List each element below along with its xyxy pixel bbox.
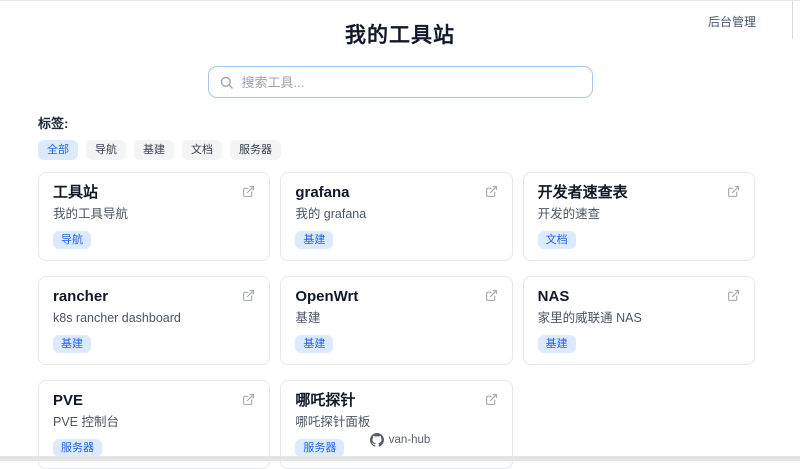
card-description: 我的 grafana xyxy=(295,207,367,221)
external-link-icon[interactable] xyxy=(485,289,498,302)
external-link-icon[interactable] xyxy=(485,185,498,198)
card-title: 工具站 xyxy=(53,184,99,201)
card-header: PVE xyxy=(53,392,255,409)
card-grid: 工具站 我的工具导航 导航 grafana 我的 grafana 基建 开发者速… xyxy=(38,172,755,469)
card-description: k8s rancher dashboard xyxy=(53,311,181,325)
tags-label: 标签: xyxy=(38,116,69,131)
tool-card[interactable]: NAS 家里的威联通 NAS 基建 xyxy=(522,276,755,365)
card-tag-badge: 基建 xyxy=(295,335,334,353)
tag-filter-pill[interactable]: 导航 xyxy=(86,140,126,160)
card-description: 哪吒探针面板 xyxy=(295,415,371,429)
tag-filter-row: 全部 导航 基建 文档 服务器 xyxy=(38,140,755,160)
search-section xyxy=(0,66,800,98)
external-link-icon[interactable] xyxy=(242,185,255,198)
card-title: 哪吒探针 xyxy=(295,392,356,409)
footer-label: van-hub xyxy=(388,434,431,446)
external-link-icon[interactable] xyxy=(242,393,255,406)
card-header: OpenWrt xyxy=(295,288,497,305)
card-title: OpenWrt xyxy=(295,288,359,305)
card-description: PVE 控制台 xyxy=(53,415,119,429)
card-title: rancher xyxy=(53,288,109,305)
external-link-icon[interactable] xyxy=(727,289,740,302)
header: 我的工具站 后台管理 xyxy=(0,1,800,49)
card-title: NAS xyxy=(537,288,570,305)
tag-filter-pill[interactable]: 服务器 xyxy=(230,140,281,160)
page-title: 我的工具站 xyxy=(345,24,455,47)
card-tag-badge: 文档 xyxy=(537,231,576,249)
tag-filter-pill[interactable]: 全部 xyxy=(38,140,78,160)
search-box[interactable] xyxy=(207,66,593,98)
search-input[interactable] xyxy=(241,74,582,90)
card-title: PVE xyxy=(53,392,84,409)
window-right-edge xyxy=(792,1,793,39)
tag-filter-pill[interactable]: 文档 xyxy=(182,140,222,160)
card-description: 基建 xyxy=(295,311,321,325)
tag-filter-pill[interactable]: 基建 xyxy=(134,140,174,160)
admin-link[interactable]: 后台管理 xyxy=(708,13,756,30)
card-header: rancher xyxy=(53,288,255,305)
main-content: 标签: 全部 导航 基建 文档 服务器 工具站 我的工具导航 导航 grafan… xyxy=(38,113,755,469)
tool-card[interactable]: grafana 我的 grafana 基建 xyxy=(280,172,513,261)
card-description: 我的工具导航 xyxy=(53,207,129,221)
tool-card[interactable]: OpenWrt 基建 基建 xyxy=(280,276,513,365)
card-title: grafana xyxy=(295,184,350,201)
card-header: NAS xyxy=(538,288,740,305)
tool-card[interactable]: 开发者速查表 开发的速查 文档 xyxy=(522,172,755,261)
card-tag-badge: 导航 xyxy=(53,231,91,249)
external-link-icon[interactable] xyxy=(242,289,255,302)
card-tag-badge: 基建 xyxy=(537,335,576,353)
card-header: grafana xyxy=(295,184,497,201)
search-icon xyxy=(219,75,242,90)
github-icon xyxy=(369,433,384,447)
tool-card[interactable]: 工具站 我的工具导航 导航 xyxy=(38,172,271,261)
tool-station-page: 我的工具站 后台管理 标签: 全部 导航 基建 文档 服务器 工具站 xyxy=(0,1,800,469)
card-header: 开发者速查表 xyxy=(538,184,740,201)
card-header: 工具站 xyxy=(53,184,255,201)
card-description: 家里的威联通 NAS xyxy=(537,311,642,325)
card-description: 开发的速查 xyxy=(537,207,601,221)
footer: van-hub xyxy=(0,433,800,447)
card-tag-badge: 基建 xyxy=(53,335,91,353)
card-tag-badge: 基建 xyxy=(295,231,334,249)
card-header: 哪吒探针 xyxy=(295,392,497,409)
window-bottom-bar xyxy=(0,456,800,461)
external-link-icon[interactable] xyxy=(485,393,498,406)
tool-card[interactable]: rancher k8s rancher dashboard 基建 xyxy=(38,276,271,365)
card-title: 开发者速查表 xyxy=(537,184,628,201)
external-link-icon[interactable] xyxy=(727,185,740,198)
